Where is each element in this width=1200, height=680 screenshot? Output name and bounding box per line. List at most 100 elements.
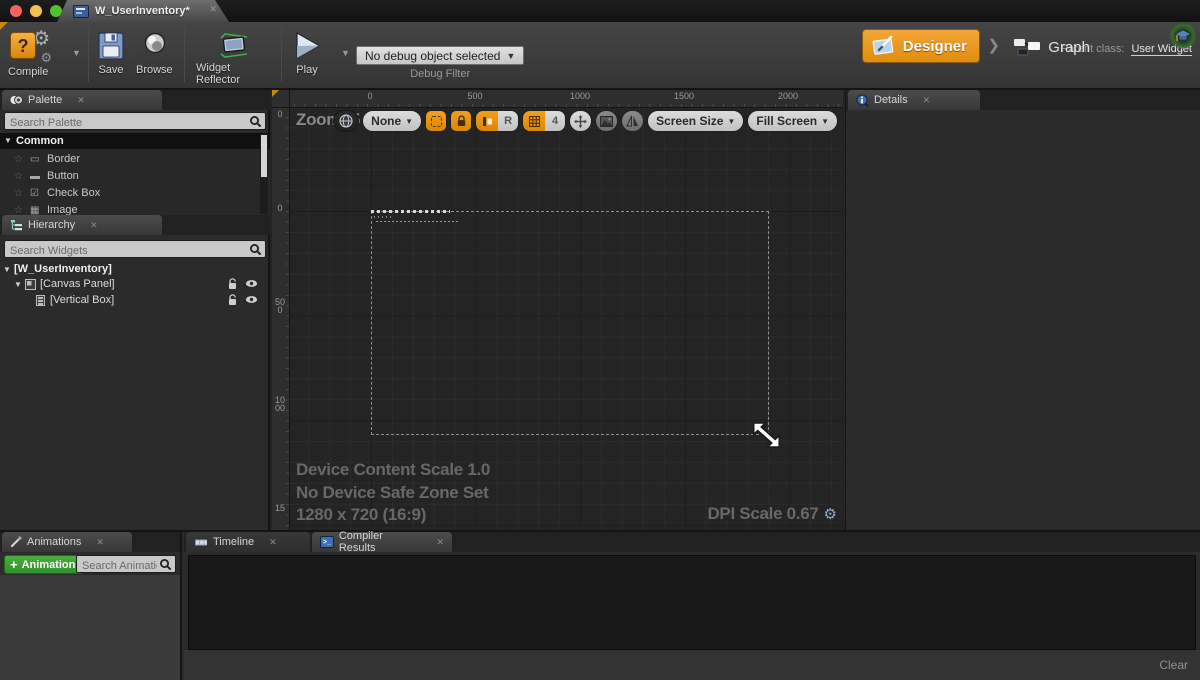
vertical-box-icon (36, 295, 45, 306)
floppy-disk-icon (96, 30, 126, 62)
hierarchy-header: Hierarchy ✕ (0, 215, 270, 235)
preview-screen-outline[interactable] (371, 211, 769, 435)
expanded-arrow-icon[interactable]: ▼ (14, 277, 22, 292)
asset-tab[interactable]: W_UserInventory* ✕ (57, 0, 229, 22)
lock-widgets-toggle[interactable] (450, 110, 472, 132)
chevron-down-icon: ▼ (506, 51, 515, 61)
hierarchy-search-input[interactable] (5, 243, 265, 259)
favorite-star-icon[interactable]: ☆ (14, 151, 23, 168)
graduation-cap-icon (1174, 28, 1192, 44)
palette-scrollbar[interactable] (260, 134, 268, 214)
animations-tab[interactable]: Animations ✕ (2, 532, 132, 552)
clear-button[interactable]: Clear (1159, 658, 1188, 672)
details-tab[interactable]: Details ✕ (848, 90, 980, 110)
browse-button[interactable]: Browse (136, 30, 173, 76)
widget-blueprint-editor: W_UserInventory* ✕ Parent class: User Wi… (0, 0, 1200, 680)
palette-item-border[interactable]: ☆ ▭ Border (0, 151, 256, 168)
hierarchy-search[interactable] (4, 240, 266, 258)
flip-preview-button[interactable] (621, 110, 644, 132)
close-panel-icon[interactable]: ✕ (96, 537, 104, 548)
expanded-arrow-icon[interactable]: ▼ (3, 262, 11, 277)
hierarchy-tab[interactable]: Hierarchy ✕ (2, 215, 162, 235)
preview-background-button[interactable] (595, 110, 618, 132)
save-button[interactable]: Save (96, 30, 126, 76)
palette-panel: Palette ✕ ▼ Common ☆ ▭ Bord (0, 90, 270, 215)
respect-locks-toggle[interactable]: R (498, 111, 518, 131)
graph-mode-button[interactable]: Graph (1012, 32, 1090, 62)
palette-group-common[interactable]: ▼ Common (0, 133, 270, 149)
unlocked-icon[interactable] (228, 294, 238, 306)
palette-tab[interactable]: Palette ✕ (2, 90, 162, 110)
compile-button[interactable]: ⚙ ⚙ ? Compile (8, 30, 48, 78)
scrollbar-thumb[interactable] (261, 135, 267, 177)
graph-icon (1012, 36, 1042, 58)
hierarchy-row-vertical-box[interactable]: [Vertical Box] (0, 293, 268, 308)
chevron-down-icon: ▼ (405, 117, 413, 126)
palette-search-input[interactable] (5, 115, 265, 131)
compiler-output-area[interactable] (188, 555, 1196, 650)
move-cross-icon (574, 115, 587, 128)
play-icon (292, 30, 322, 62)
visibility-eye-icon[interactable] (245, 294, 258, 305)
compile-options-caret[interactable]: ▼ (72, 48, 81, 58)
favorite-star-icon[interactable]: ☆ (14, 168, 23, 185)
chevron-down-icon: ▼ (727, 117, 735, 126)
grid-icon (529, 116, 540, 127)
align-widgets-toggle[interactable] (476, 111, 498, 131)
palette-item-image[interactable]: ☆ ▦ Image (0, 202, 256, 215)
favorite-star-icon[interactable]: ☆ (14, 185, 23, 202)
asset-tab-title: W_UserInventory* (95, 5, 190, 17)
palette-list: ▼ Common ☆ ▭ Border ☆ ▬ Button ☆ ☑ Check… (0, 133, 270, 215)
localization-preview-button[interactable] (333, 110, 359, 132)
designer-mode-button[interactable]: Designer (862, 29, 980, 63)
close-panel-icon[interactable]: ✕ (90, 220, 98, 231)
hierarchy-row-canvas-panel[interactable]: ▼ [Canvas Panel] (0, 277, 268, 292)
grid-snap-toggle[interactable] (523, 111, 545, 131)
close-window-button[interactable] (10, 5, 22, 17)
timeline-tab[interactable]: Timeline ✕ (186, 532, 310, 552)
resize-cursor-icon[interactable] (750, 420, 788, 452)
debug-object-dropdown[interactable]: No debug object selected ▼ (356, 46, 524, 65)
button-widget-icon: ▬ (30, 168, 40, 185)
results-bottom-bar: Clear (184, 650, 1200, 680)
vertical-box-outline[interactable] (371, 210, 450, 213)
fill-screen-dropdown[interactable]: Fill Screen ▼ (747, 110, 838, 132)
palette-header: Palette ✕ (0, 90, 270, 110)
palette-item-checkbox[interactable]: ☆ ☑ Check Box (0, 185, 256, 202)
palette-search[interactable] (4, 112, 266, 130)
class-settings-badge[interactable] (1170, 23, 1196, 49)
screen-size-dropdown[interactable]: Screen Size ▼ (647, 110, 744, 132)
favorite-star-icon[interactable]: ☆ (14, 202, 23, 215)
dock-corner-marker (0, 22, 8, 30)
close-panel-icon[interactable]: ✕ (269, 537, 277, 548)
console-icon: >_ (320, 536, 334, 548)
designer-canvas[interactable]: Zoom -5 None ▼ (290, 108, 843, 530)
unlocked-icon[interactable] (228, 278, 238, 290)
grid-size-dropdown[interactable]: 4 (545, 111, 565, 131)
resize-mode-button[interactable] (569, 110, 592, 132)
hierarchy-root-row[interactable]: ▼ [W_UserInventory] (0, 262, 268, 277)
visibility-eye-icon[interactable] (245, 278, 258, 289)
close-panel-icon[interactable]: ✕ (436, 537, 444, 548)
compiler-results-tab[interactable]: >_ Compiler Results ✕ (312, 532, 452, 552)
question-mark-icon: ? (10, 32, 36, 59)
close-tab-icon[interactable]: ✕ (209, 4, 217, 15)
animation-search[interactable] (76, 555, 176, 573)
alignment-icon (482, 116, 493, 127)
close-panel-icon[interactable]: ✕ (923, 95, 931, 106)
resolution-label: 1280 x 720 (16:9) (296, 505, 426, 525)
close-panel-icon[interactable]: ✕ (77, 95, 85, 106)
add-animation-button[interactable]: + Animation (4, 555, 84, 574)
animations-panel: Animations ✕ + Animation (0, 532, 182, 680)
details-header: Details ✕ (846, 90, 1200, 110)
widget-reflector-button[interactable]: Widget Reflector (196, 30, 272, 86)
show-outlines-toggle[interactable] (425, 110, 447, 132)
palette-item-button[interactable]: ☆ ▬ Button (0, 168, 256, 185)
minimize-window-button[interactable] (30, 5, 42, 17)
animations-list-area[interactable] (0, 575, 180, 680)
dpi-settings-gear-icon[interactable]: ⚙ (824, 505, 837, 523)
play-button[interactable]: Play (292, 30, 322, 76)
localization-value-dropdown[interactable]: None ▼ (362, 110, 422, 132)
grid-snap-group: 4 (522, 110, 566, 132)
play-options-caret[interactable]: ▼ (341, 48, 350, 58)
